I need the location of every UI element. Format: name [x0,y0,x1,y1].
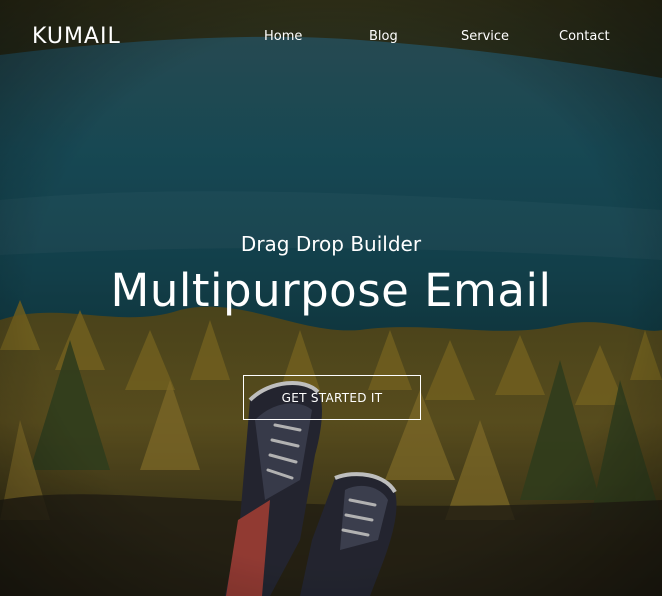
nav-item-home[interactable]: Home [264,29,302,44]
nav-item-contact[interactable]: Contact [559,29,610,44]
hero-subtitle: Drag Drop Builder [240,232,422,256]
hero-title: Multipurpose Email [110,264,552,317]
site-header: KUMAIL Home Blog Service Contact [0,0,662,76]
get-started-button[interactable]: GET STARTED IT [243,375,421,420]
nav-item-blog[interactable]: Blog [369,29,398,44]
hero-section: KUMAIL Home Blog Service Contact Drag Dr… [0,0,662,596]
nav-item-service[interactable]: Service [461,29,509,44]
main-nav: Home Blog Service Contact [0,29,662,49]
